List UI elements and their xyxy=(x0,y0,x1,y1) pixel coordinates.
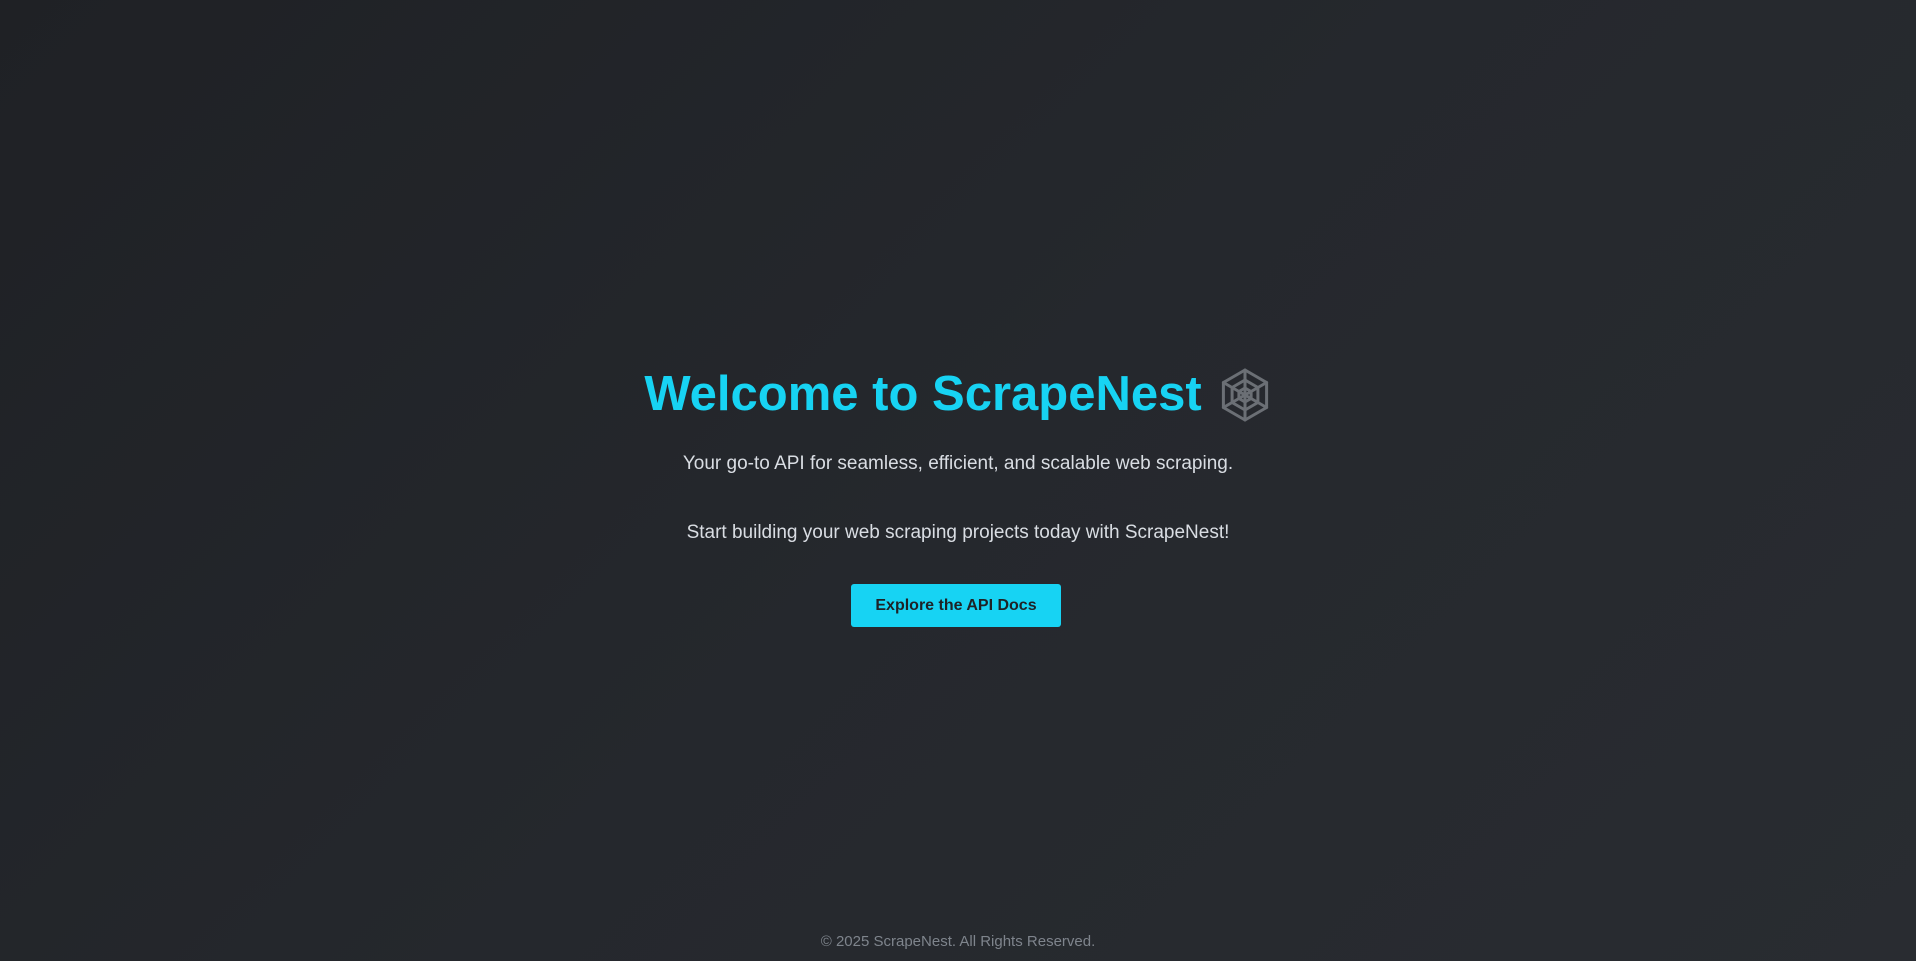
cta-text: Start building your web scraping project… xyxy=(686,522,1230,543)
hero-section: Welcome to ScrapeNest Your go-to API for… xyxy=(0,360,1916,627)
spider-web-icon xyxy=(1218,368,1272,422)
explore-api-docs-button[interactable]: Explore the API Docs xyxy=(851,584,1061,627)
page-title: Welcome to ScrapeNest xyxy=(644,360,1271,428)
footer-copyright: © 2025 ScrapeNest. All Rights Reserved. xyxy=(820,933,1096,950)
tagline-text: Your go-to API for seamless, efficient, … xyxy=(682,453,1234,474)
page-title-text: Welcome to ScrapeNest xyxy=(644,367,1202,421)
